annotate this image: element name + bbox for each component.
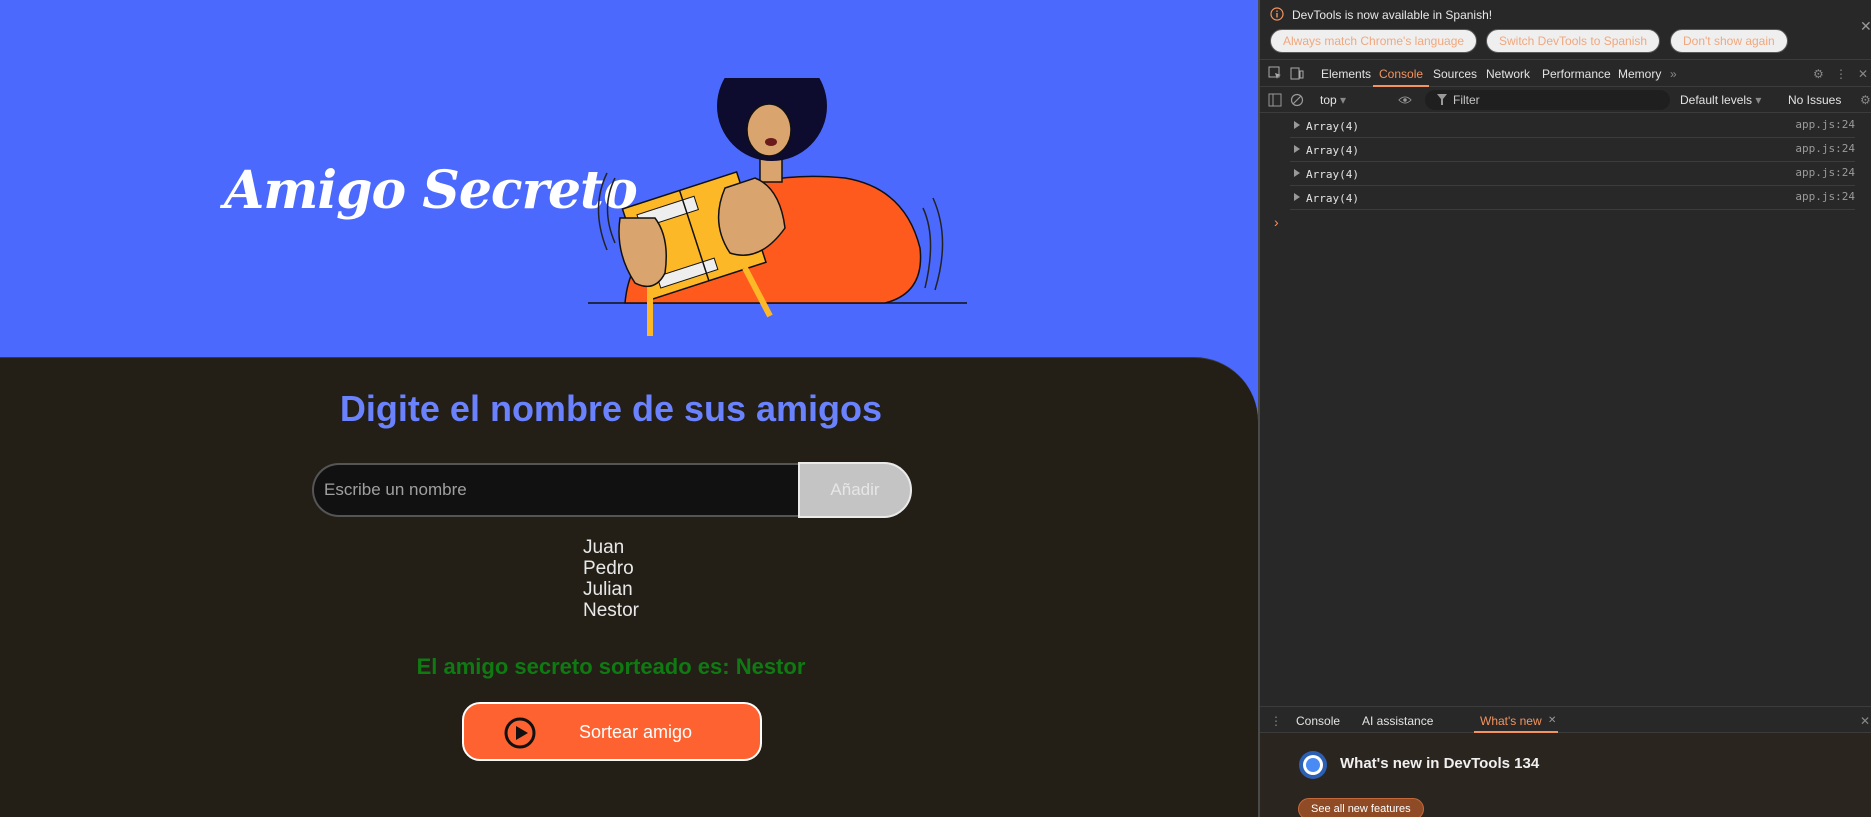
web-page: Amigo Secreto Digite el nombre de sus am… bbox=[0, 0, 1258, 817]
info-icon bbox=[1270, 7, 1284, 21]
draw-friend-button[interactable]: Sortear amigo bbox=[462, 702, 762, 761]
log-source-link[interactable]: app.js:24 bbox=[1795, 166, 1855, 179]
bottom-drawer: ⋮ Console AI assistance What's new ✕ ✕ W… bbox=[1260, 706, 1871, 817]
drawer-tab-console[interactable]: Console bbox=[1296, 714, 1340, 728]
log-text: Array(4) bbox=[1306, 120, 1359, 133]
tab-network[interactable]: Network bbox=[1486, 67, 1530, 81]
context-label: top bbox=[1320, 93, 1337, 107]
log-text: Array(4) bbox=[1306, 168, 1359, 181]
screen: Amigo Secreto Digite el nombre de sus am… bbox=[0, 0, 1871, 817]
chevron-down-icon: ▾ bbox=[1340, 93, 1347, 107]
drawer-tab-ai-assistance[interactable]: AI assistance bbox=[1362, 714, 1433, 728]
log-source-link[interactable]: app.js:24 bbox=[1795, 118, 1855, 131]
devtools-tabs: Elements Console Sources Network Perform… bbox=[1260, 61, 1871, 87]
match-language-button[interactable]: Always match Chrome's language bbox=[1270, 29, 1478, 53]
close-devtools-icon[interactable]: ✕ bbox=[1858, 67, 1868, 81]
filter-icon bbox=[1437, 94, 1447, 105]
log-levels-dropdown[interactable]: Default levels ▾ bbox=[1680, 93, 1761, 107]
console-message[interactable]: Array(4) app.js:24 bbox=[1290, 186, 1855, 210]
sidebar-toggle-icon[interactable] bbox=[1268, 93, 1282, 107]
expand-arrow-icon[interactable] bbox=[1294, 169, 1300, 177]
console-settings-icon[interactable]: ⚙ bbox=[1860, 93, 1871, 107]
name-input[interactable] bbox=[312, 463, 800, 517]
live-expression-eye-icon[interactable] bbox=[1398, 93, 1412, 107]
expand-arrow-icon[interactable] bbox=[1294, 145, 1300, 153]
console-toolbar: top ▾ Filter Default levels ▾ No Issues … bbox=[1260, 87, 1871, 113]
console-message[interactable]: Array(4) app.js:24 bbox=[1290, 138, 1855, 162]
console-prompt-icon[interactable]: › bbox=[1274, 214, 1279, 230]
language-notice: DevTools is now available in Spanish! bbox=[1292, 8, 1493, 22]
switch-to-spanish-button[interactable]: Switch DevTools to Spanish bbox=[1486, 29, 1661, 53]
tab-elements[interactable]: Elements bbox=[1321, 67, 1371, 81]
friends-panel: Digite el nombre de sus amigos Añadir Ju… bbox=[0, 357, 1258, 817]
expand-arrow-icon[interactable] bbox=[1294, 121, 1300, 129]
friend-item: Juan bbox=[583, 537, 625, 558]
console-message[interactable]: Array(4) app.js:24 bbox=[1290, 162, 1855, 186]
context-selector[interactable]: top ▾ bbox=[1320, 93, 1346, 107]
play-icon bbox=[504, 717, 536, 749]
log-text: Array(4) bbox=[1306, 144, 1359, 157]
page-title: Amigo Secreto bbox=[224, 160, 638, 221]
filter-placeholder: Filter bbox=[1453, 93, 1480, 107]
devtools-panel: DevTools is now available in Spanish! ✕ … bbox=[1258, 0, 1871, 817]
see-all-features-button[interactable]: See all new features bbox=[1298, 798, 1424, 817]
add-friend-button[interactable]: Añadir bbox=[798, 462, 912, 518]
clear-console-icon[interactable] bbox=[1290, 93, 1304, 107]
log-source-link[interactable]: app.js:24 bbox=[1795, 142, 1855, 155]
console-log-area: Array(4) app.js:24 Array(4) app.js:24 Ar… bbox=[1260, 114, 1871, 230]
close-icon[interactable]: ✕ bbox=[1860, 18, 1871, 35]
tab-console[interactable]: Console bbox=[1372, 67, 1430, 87]
tab-performance[interactable]: Performance bbox=[1542, 67, 1611, 81]
chrome-logo-icon bbox=[1299, 751, 1327, 779]
drawer-tabs: ⋮ Console AI assistance What's new ✕ ✕ bbox=[1260, 707, 1871, 733]
person-holding-gift-illustration bbox=[588, 78, 967, 336]
section-heading: Digite el nombre de sus amigos bbox=[339, 388, 883, 429]
more-options-icon[interactable]: ⋮ bbox=[1835, 67, 1847, 81]
friend-item: Julian bbox=[583, 579, 633, 600]
log-source-link[interactable]: app.js:24 bbox=[1795, 190, 1855, 203]
close-drawer-icon[interactable]: ✕ bbox=[1860, 714, 1870, 728]
friend-item: Pedro bbox=[583, 558, 634, 579]
friend-item: Nestor bbox=[583, 600, 639, 621]
console-message[interactable]: Array(4) app.js:24 bbox=[1290, 114, 1855, 138]
inspect-element-icon[interactable] bbox=[1268, 66, 1282, 80]
issues-counter[interactable]: No Issues bbox=[1788, 93, 1841, 107]
drawer-menu-icon[interactable]: ⋮ bbox=[1270, 714, 1282, 728]
language-infobar: DevTools is now available in Spanish! ✕ … bbox=[1260, 0, 1871, 60]
log-text: Array(4) bbox=[1306, 192, 1359, 205]
drawer-tab-whats-new[interactable]: What's new bbox=[1474, 714, 1558, 733]
tab-memory[interactable]: Memory bbox=[1618, 67, 1661, 81]
tab-sources[interactable]: Sources bbox=[1433, 67, 1477, 81]
device-toolbar-icon[interactable] bbox=[1290, 66, 1304, 80]
expand-arrow-icon[interactable] bbox=[1294, 193, 1300, 201]
close-tab-icon[interactable]: ✕ bbox=[1548, 715, 1556, 726]
filter-input[interactable]: Filter bbox=[1425, 90, 1670, 110]
settings-icon[interactable]: ⚙ bbox=[1813, 67, 1824, 81]
draw-result: El amigo secreto sorteado es: Nestor bbox=[416, 654, 806, 679]
draw-button-label: Sortear amigo bbox=[579, 722, 693, 742]
dont-show-again-button[interactable]: Don't show again bbox=[1670, 29, 1788, 53]
friends-list: Juan Pedro Julian Nestor bbox=[583, 537, 639, 621]
log-levels-label: Default levels bbox=[1680, 93, 1753, 107]
chevron-down-icon: ▾ bbox=[1755, 93, 1762, 107]
more-tabs-icon[interactable]: » bbox=[1670, 67, 1677, 81]
whats-new-title: What's new in DevTools 134 bbox=[1340, 755, 1540, 772]
